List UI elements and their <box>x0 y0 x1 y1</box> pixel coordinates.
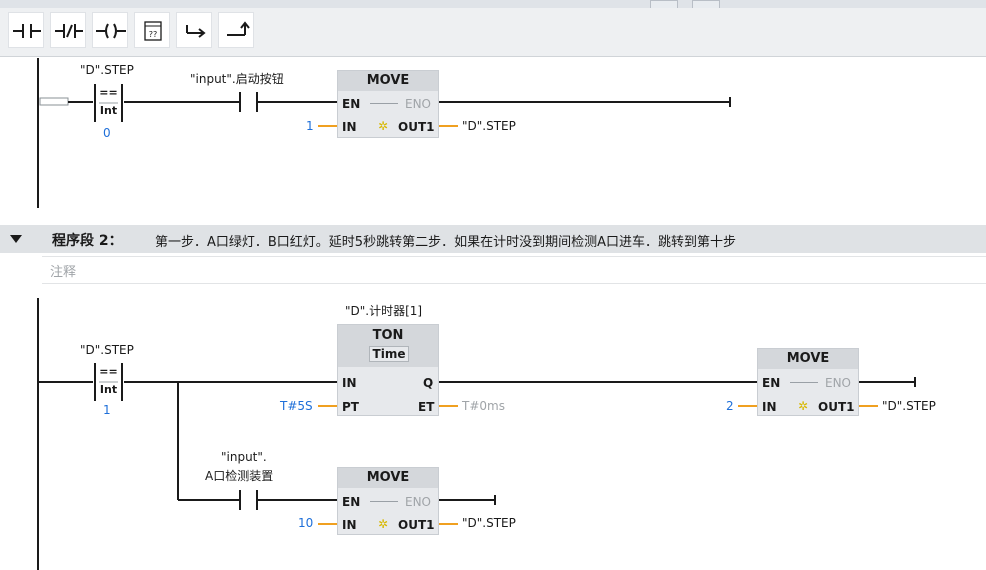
n1-move-out: OUT1 <box>398 120 435 134</box>
n1-move-title: MOVE <box>338 71 438 91</box>
n2-timer-pt: PT <box>342 400 359 414</box>
n2-cmp-type: Int <box>99 383 118 396</box>
n2-timer-et-value[interactable]: T#0ms <box>462 399 505 413</box>
n2-move2-in: IN <box>342 518 357 532</box>
n2-ton-box[interactable]: TON Time IN Q PT ET <box>337 324 439 416</box>
n1-cmp-op: == <box>99 86 118 99</box>
out-spark-icon: ✲ <box>378 119 389 133</box>
en-eno-link <box>370 103 398 104</box>
n2-contact-operand-line2[interactable]: A口检测装置 <box>205 467 273 484</box>
n1-cmp-operand[interactable]: "D".STEP <box>80 63 134 77</box>
n2-timer-et: ET <box>418 400 435 414</box>
out-spark-icon: ✲ <box>378 517 389 531</box>
n2-move2-en: EN <box>342 495 361 509</box>
n1-move-box[interactable]: MOVE EN ENO IN ✲ OUT1 <box>337 70 439 138</box>
ladder-wiring <box>37 58 916 570</box>
n2-move1-out-operand[interactable]: "D".STEP <box>882 399 936 413</box>
n2-cmp-operand[interactable]: "D".STEP <box>80 343 134 357</box>
n1-move-en: EN <box>342 97 361 111</box>
n2-compare-instruction[interactable]: == Int <box>93 363 124 401</box>
n2-move1-eno: ENO <box>825 376 852 390</box>
n1-move-in-value[interactable]: 1 <box>306 119 314 133</box>
out-spark-icon: ✲ <box>798 399 809 413</box>
n2-contact-operand-line1[interactable]: "input". <box>221 450 267 464</box>
n2-timer-q: Q <box>423 376 434 390</box>
n1-compare-instruction[interactable]: == Int <box>93 84 124 122</box>
n2-move2-in-value[interactable]: 10 <box>298 516 313 530</box>
n1-move-in: IN <box>342 120 357 134</box>
n2-timer-subtitle[interactable]: Time <box>369 346 409 362</box>
n2-timer-pt-value[interactable]: T#5S <box>280 399 313 413</box>
n2-move1-out: OUT1 <box>818 400 855 414</box>
en-eno-link <box>370 501 398 502</box>
n2-move2-eno: ENO <box>405 495 432 509</box>
n1-cmp-type: Int <box>99 104 118 117</box>
n2-move1-in: IN <box>762 400 777 414</box>
n2-cmp-op: == <box>99 365 118 378</box>
n2-move2-box[interactable]: MOVE EN ENO IN ✲ OUT1 <box>337 467 439 535</box>
n2-cmp-value[interactable]: 1 <box>103 403 111 417</box>
n2-move1-title: MOVE <box>758 349 858 369</box>
n2-move2-out-operand[interactable]: "D".STEP <box>462 516 516 530</box>
n1-move-out-operand[interactable]: "D".STEP <box>462 119 516 133</box>
n2-move2-out: OUT1 <box>398 518 435 532</box>
n1-cmp-value[interactable]: 0 <box>103 126 111 140</box>
n2-move1-en: EN <box>762 376 781 390</box>
n1-contact-operand[interactable]: "input".启动按钮 <box>190 70 284 87</box>
n2-move2-title: MOVE <box>338 468 438 488</box>
en-eno-link <box>790 382 818 383</box>
n2-timer-instance[interactable]: "D".计时器[1] <box>345 302 422 319</box>
n2-timer-in: IN <box>342 376 357 390</box>
n2-timer-title: TON <box>372 328 404 343</box>
n2-move1-box[interactable]: MOVE EN ENO IN ✲ OUT1 <box>757 348 859 416</box>
n1-move-eno: ENO <box>405 97 432 111</box>
n2-move1-in-value[interactable]: 2 <box>726 399 734 413</box>
